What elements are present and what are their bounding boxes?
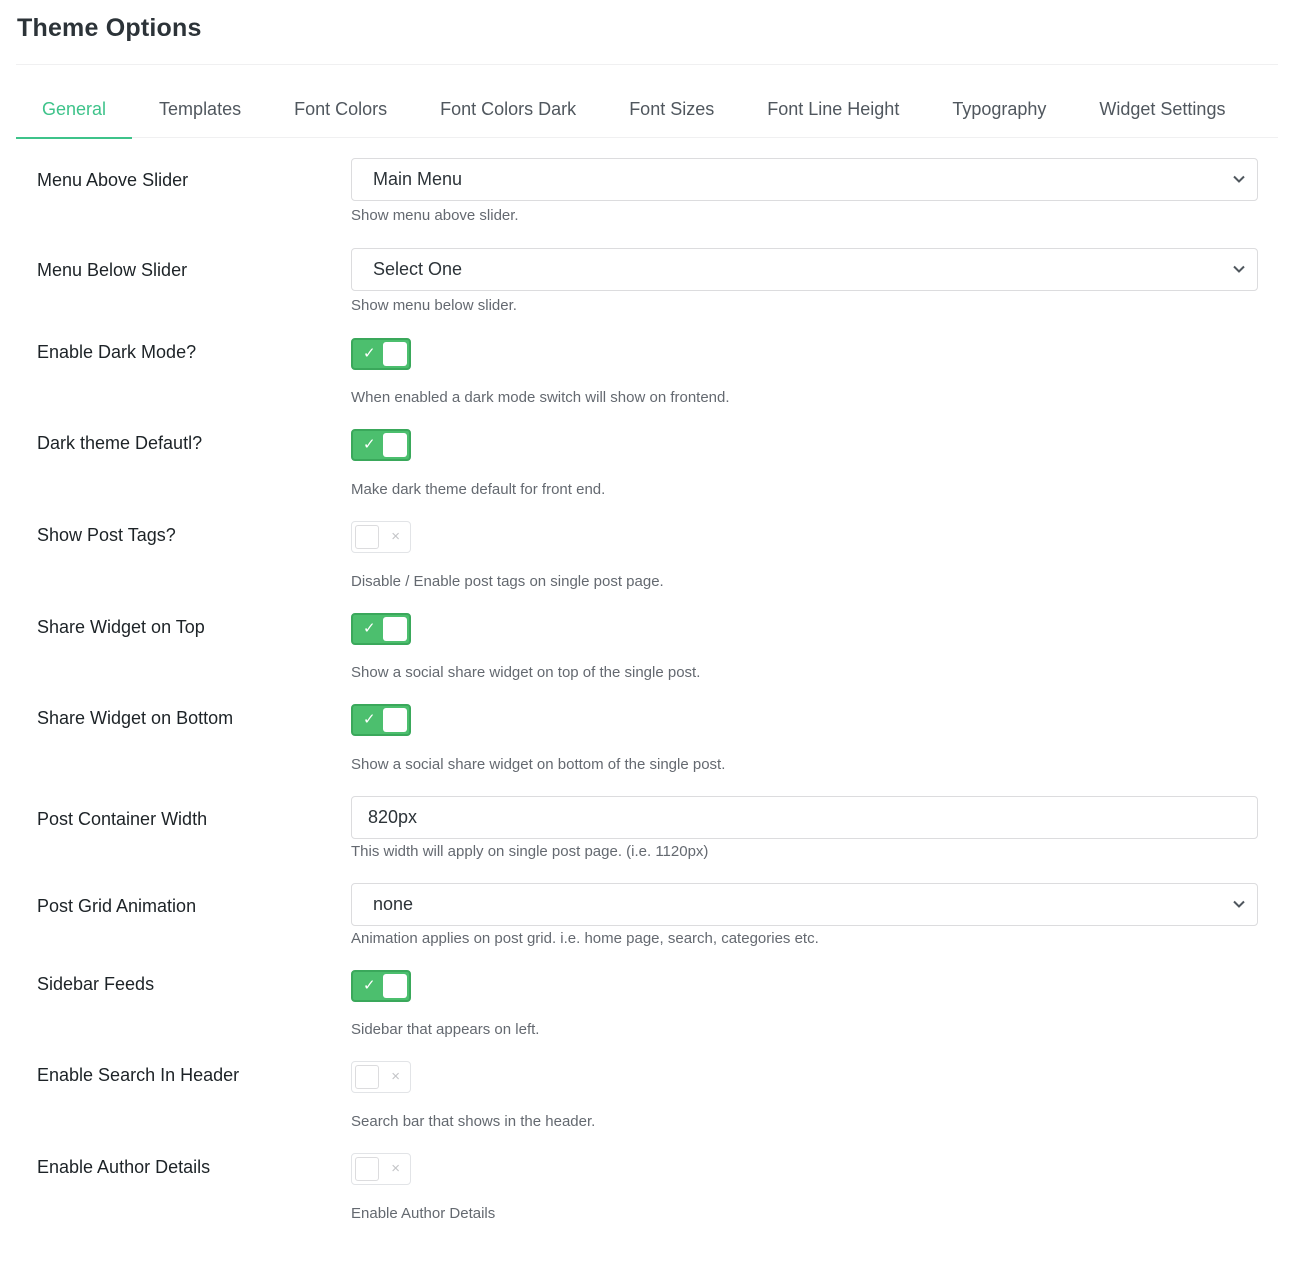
dark-theme-default-toggle[interactable]: ✓ bbox=[351, 429, 411, 461]
tab-templates[interactable]: Templates bbox=[133, 84, 267, 138]
toggle-knob bbox=[383, 342, 407, 366]
title-divider bbox=[16, 64, 1278, 65]
setting-help: Show a social share widget on bottom of … bbox=[351, 756, 726, 773]
setting-label: Post Grid Animation bbox=[37, 896, 197, 916]
setting-help: Search bar that shows in the header. bbox=[351, 1113, 596, 1130]
close-icon: × bbox=[391, 1160, 400, 1177]
select-value: Select One bbox=[373, 259, 463, 279]
sidebar-feeds-toggle[interactable]: ✓ bbox=[351, 970, 411, 1002]
menu-above-slider-select[interactable]: Main Menu bbox=[351, 158, 1258, 201]
setting-help: Disable / Enable post tags on single pos… bbox=[351, 573, 664, 590]
setting-help: Show a social share widget on top of the… bbox=[351, 664, 701, 681]
toggle-knob bbox=[355, 1065, 379, 1089]
chevron-down-icon bbox=[1233, 175, 1245, 183]
input-value: 820px bbox=[368, 807, 418, 827]
menu-below-slider-select[interactable]: Select One bbox=[351, 248, 1258, 291]
tab-bar: General Templates Font Colors Font Color… bbox=[16, 84, 1278, 139]
tab-font-colors[interactable]: Font Colors bbox=[268, 84, 413, 138]
chevron-down-icon bbox=[1233, 265, 1245, 273]
toggle-knob bbox=[383, 708, 407, 732]
setting-help: Enable Author Details bbox=[351, 1205, 496, 1222]
enable-search-header-toggle[interactable]: × bbox=[351, 1061, 411, 1093]
tab-font-colors-dark[interactable]: Font Colors Dark bbox=[414, 84, 602, 138]
setting-help: Make dark theme default for front end. bbox=[351, 481, 606, 498]
post-grid-animation-select[interactable]: none bbox=[351, 883, 1258, 926]
enable-author-details-toggle[interactable]: × bbox=[351, 1153, 411, 1185]
setting-label: Enable Search In Header bbox=[37, 1065, 240, 1085]
tab-font-sizes[interactable]: Font Sizes bbox=[603, 84, 740, 138]
setting-label: Dark theme Defautl? bbox=[37, 433, 203, 453]
setting-label: Show Post Tags? bbox=[37, 525, 176, 545]
setting-label: Enable Dark Mode? bbox=[37, 342, 197, 362]
setting-label: Post Container Width bbox=[37, 809, 208, 829]
post-container-width-input[interactable]: 820px bbox=[351, 796, 1258, 839]
toggle-knob bbox=[355, 1157, 379, 1181]
setting-label: Menu Below Slider bbox=[37, 260, 188, 280]
select-value: none bbox=[373, 894, 414, 914]
check-icon: ✓ bbox=[363, 620, 376, 637]
setting-help: Show menu below slider. bbox=[351, 297, 517, 314]
check-icon: ✓ bbox=[363, 977, 376, 994]
setting-label: Enable Author Details bbox=[37, 1157, 211, 1177]
tab-font-line-height[interactable]: Font Line Height bbox=[741, 84, 925, 138]
setting-label: Sidebar Feeds bbox=[37, 974, 155, 994]
toggle-knob bbox=[383, 974, 407, 998]
tab-typography[interactable]: Typography bbox=[926, 84, 1072, 138]
check-icon: ✓ bbox=[363, 711, 376, 728]
toggle-knob bbox=[383, 617, 407, 641]
tab-general[interactable]: General bbox=[16, 84, 133, 139]
enable-dark-mode-toggle[interactable]: ✓ bbox=[351, 338, 411, 370]
share-widget-bottom-toggle[interactable]: ✓ bbox=[351, 704, 411, 736]
share-widget-top-toggle[interactable]: ✓ bbox=[351, 613, 411, 645]
chevron-down-icon bbox=[1233, 900, 1245, 908]
page-title: Theme Options bbox=[17, 14, 202, 42]
show-post-tags-toggle[interactable]: × bbox=[351, 521, 411, 553]
check-icon: ✓ bbox=[363, 345, 376, 362]
toggle-knob bbox=[355, 525, 379, 549]
setting-label: Share Widget on Top bbox=[37, 617, 205, 637]
close-icon: × bbox=[391, 528, 400, 545]
setting-help: Animation applies on post grid. i.e. hom… bbox=[351, 930, 819, 947]
setting-help: Show menu above slider. bbox=[351, 207, 519, 224]
select-value: Main Menu bbox=[373, 169, 463, 189]
check-icon: ✓ bbox=[363, 436, 376, 453]
setting-label: Share Widget on Bottom bbox=[37, 708, 234, 728]
toggle-knob bbox=[383, 433, 407, 457]
setting-help: This width will apply on single post pag… bbox=[351, 843, 709, 860]
setting-help: Sidebar that appears on left. bbox=[351, 1021, 540, 1038]
setting-label: Menu Above Slider bbox=[37, 170, 189, 190]
tab-widget-settings[interactable]: Widget Settings bbox=[1073, 84, 1251, 138]
setting-help: When enabled a dark mode switch will sho… bbox=[351, 389, 730, 406]
close-icon: × bbox=[391, 1068, 400, 1085]
